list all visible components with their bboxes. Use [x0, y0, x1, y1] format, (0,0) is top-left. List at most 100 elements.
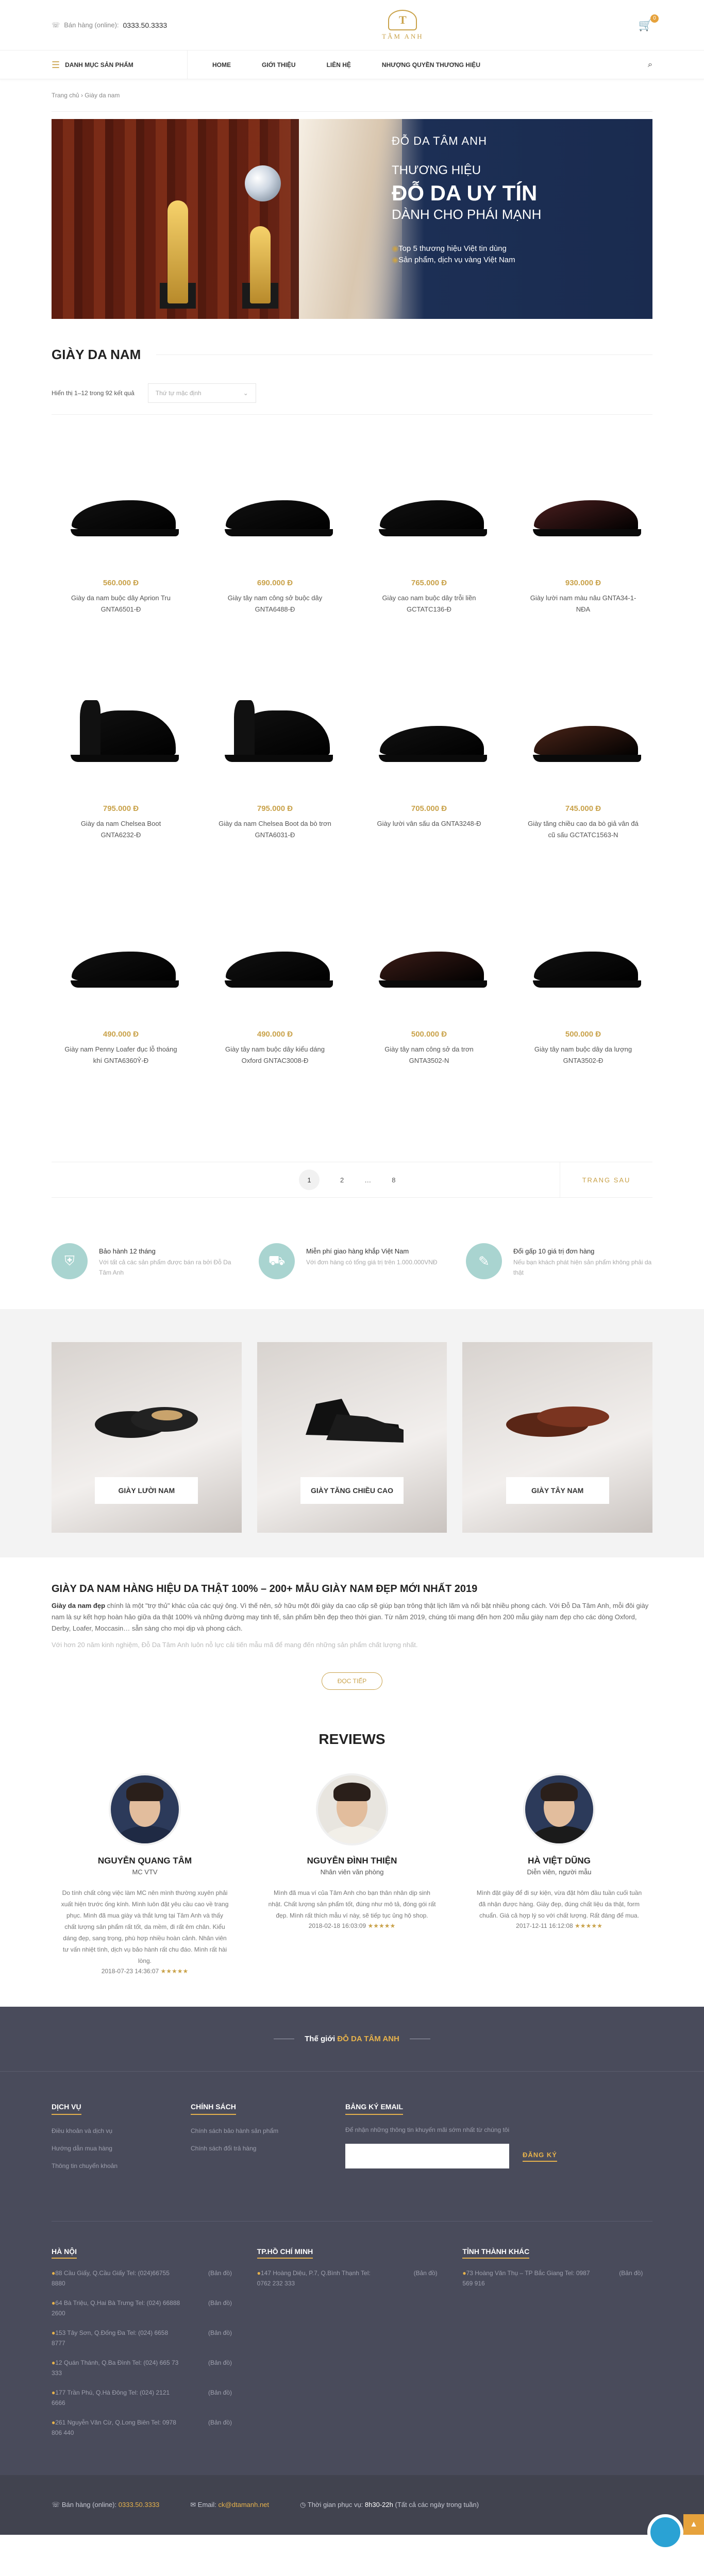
back-to-top-button[interactable]: ▲	[683, 2514, 704, 2535]
store-item: 261 Nguyễn Văn Cừ, Q.Long Biên Tel: 0978…	[52, 2417, 232, 2438]
chat-bubble-icon[interactable]	[647, 2514, 683, 2550]
product-name[interactable]: Giày tây nam công sở buộc dây GNTA6488-Đ	[219, 592, 332, 615]
nav-item-home[interactable]: HOME	[212, 61, 231, 69]
store-item: 177 Trần Phú, Q.Hà Đông Tel: (024) 2121 …	[52, 2387, 232, 2408]
product-card[interactable]: 795.000 Đ Giày da nam Chelsea Boot GNTA6…	[52, 700, 190, 926]
product-name[interactable]: Giày cao nam buộc dây trỗi liền GCTATC13…	[373, 592, 486, 615]
product-name[interactable]: Giày tây nam công sở da trơn GNTA3502-N	[373, 1044, 486, 1066]
footer-link[interactable]: Điều khoản và dịch vụ	[52, 2122, 191, 2140]
store-map-link[interactable]: (Bản đồ)	[208, 2358, 232, 2378]
review-stars: ★★★★★	[160, 1968, 189, 1975]
email-field[interactable]	[345, 2144, 509, 2168]
reviewer-role: Nhân viên văn phòng	[320, 1868, 384, 1876]
avatar	[109, 1773, 181, 1845]
product-image[interactable]	[367, 474, 491, 552]
product-card[interactable]: 490.000 Đ Giày nam Penny Loafer đục lỗ t…	[52, 926, 190, 1151]
nav-item-contact[interactable]: LIÊN HỆ	[327, 61, 351, 69]
product-card[interactable]: 930.000 Đ Giày lười nam màu nâu GNTA34-1…	[514, 474, 652, 700]
store-map-link[interactable]: (Bản đồ)	[619, 2268, 643, 2289]
product-image[interactable]	[522, 926, 645, 1003]
header-hotline[interactable]: ☏ Bán hàng (online): 0333.50.3333	[52, 21, 167, 29]
hotline-number[interactable]: 0333.50.3333	[123, 21, 167, 29]
product-image[interactable]	[213, 926, 337, 1003]
product-name[interactable]: Giày lười vân sấu da GNTA3248-Đ	[373, 818, 486, 829]
breadcrumb-home[interactable]: Trang chủ	[52, 92, 79, 99]
product-price: 795.000 Đ	[257, 804, 293, 813]
product-card[interactable]: 500.000 Đ Giày tây nam buộc dây da lượng…	[514, 926, 652, 1151]
product-image[interactable]	[59, 926, 183, 1003]
page-current[interactable]: 1	[299, 1170, 320, 1190]
category-menu-label: DANH MỤC SẢN PHẨM	[65, 61, 133, 69]
footer-link[interactable]: Chính sách bảo hành sản phẩm	[191, 2122, 345, 2140]
read-more-button[interactable]: ĐỌC TIẾP	[322, 1672, 382, 1690]
store-map-link[interactable]: (Bản đồ)	[208, 2387, 232, 2408]
product-name[interactable]: Giày lười nam màu nâu GNTA34-1-NĐA	[527, 592, 640, 615]
site-logo[interactable]: T TÂM ANH	[382, 9, 424, 41]
page-link[interactable]: 2	[340, 1176, 344, 1184]
product-image[interactable]	[522, 700, 645, 777]
product-price: 560.000 Đ	[103, 579, 139, 587]
banner-line4: DÀNH CHO PHÁI MẠNH	[392, 207, 542, 222]
reviewer-role: Diễn viên, người mẫu	[527, 1868, 592, 1876]
product-image[interactable]	[59, 474, 183, 552]
cart-button[interactable]: 🛒 0	[639, 14, 659, 32]
nav-item-franchise[interactable]: NHƯỢNG QUYỀN THƯƠNG HIỆU	[382, 61, 480, 69]
footer: Thế giới ĐỖ DA TÂM ANH DỊCH VỤ Điều khoả…	[0, 2007, 704, 2550]
footer-link[interactable]: Hướng dẫn mua hàng	[52, 2140, 191, 2157]
footer-hours-label: Thời gian phục vụ:	[307, 2501, 363, 2509]
next-page-button[interactable]: TRANG SAU	[560, 1162, 652, 1198]
banner-bullets: Top 5 thương hiệu Việt tin dùng Sản phẩm…	[392, 243, 541, 266]
product-name[interactable]: Giày da nam Chelsea Boot GNTA6232-Đ	[64, 818, 178, 841]
page-title: GIÀY DA NAM	[52, 347, 652, 372]
product-name[interactable]: Giày tăng chiều cao da bò giả vân đá cũ …	[527, 818, 640, 841]
footer-hotline-number[interactable]: 0333.50.3333	[119, 2501, 160, 2509]
store-map-link[interactable]: (Bản đồ)	[208, 2268, 232, 2289]
banner-line1: ĐỖ DA TÂM ANH	[392, 134, 487, 147]
clock-icon: ◷	[300, 2501, 308, 2509]
search-icon[interactable]: ⌕	[648, 60, 652, 70]
product-image[interactable]	[59, 700, 183, 777]
product-card[interactable]: 500.000 Đ Giày tây nam công sở da trơn G…	[360, 926, 498, 1151]
subscribe-button[interactable]: ĐĂNG KÝ	[523, 2151, 557, 2162]
page-link[interactable]: 8	[392, 1176, 395, 1184]
category-card-loafers[interactable]: GIÀY LƯỜI NAM	[52, 1342, 242, 1533]
product-card[interactable]: 690.000 Đ Giày tây nam công sở buộc dây …	[206, 474, 344, 700]
product-name[interactable]: Giày tây nam buộc dây da lượng GNTA3502-…	[527, 1044, 640, 1066]
footer-email-address[interactable]: ck@dtamanh.net	[219, 2501, 269, 2509]
product-name[interactable]: Giày da nam buộc dây Aprion Tru GNTA6501…	[64, 592, 178, 615]
product-price: 765.000 Đ	[411, 579, 447, 587]
footer-columns: DỊCH VỤ Điều khoản và dịch vụ Hướng dẫn …	[52, 2103, 652, 2175]
store-map-link[interactable]: (Bản đồ)	[414, 2268, 438, 2289]
product-image[interactable]	[213, 474, 337, 552]
review-card: NGUYỄN ĐÌNH THIỆN Nhân viên văn phòng Mì…	[259, 1773, 445, 1975]
nav-item-about[interactable]: GIỚI THIỆU	[262, 61, 296, 69]
footer-col-title: DỊCH VỤ	[52, 2103, 81, 2115]
store-map-link[interactable]: (Bản đồ)	[208, 2298, 232, 2318]
product-name[interactable]: Giày nam Penny Loafer đục lỗ thoáng khí …	[64, 1044, 178, 1066]
product-card[interactable]: 705.000 Đ Giày lười vân sấu da GNTA3248-…	[360, 700, 498, 926]
category-card-height-shoes[interactable]: GIÀY TĂNG CHIỀU CAO	[257, 1342, 447, 1533]
store-map-link[interactable]: (Bản đồ)	[208, 2328, 232, 2348]
product-name[interactable]: Giày tây nam buộc dây kiểu dáng Oxford G…	[219, 1044, 332, 1066]
hero-banner[interactable]: ĐỖ DA TÂM ANH THƯƠNG HIỆU ĐỖ DA UY TÍN D…	[52, 119, 652, 319]
footer-link[interactable]: Thông tin chuyển khoản	[52, 2157, 191, 2175]
product-price: 745.000 Đ	[565, 804, 601, 813]
category-menu-button[interactable]: ☰ DANH MỤC SẢN PHẨM	[52, 50, 188, 79]
product-card[interactable]: 765.000 Đ Giày cao nam buộc dây trỗi liề…	[360, 474, 498, 700]
category-card-oxfords[interactable]: GIÀY TÂY NAM	[462, 1342, 652, 1533]
product-card[interactable]: 560.000 Đ Giày da nam buộc dây Aprion Tr…	[52, 474, 190, 700]
product-image[interactable]	[367, 926, 491, 1003]
product-card[interactable]: 490.000 Đ Giày tây nam buộc dây kiểu dán…	[206, 926, 344, 1151]
hotline-label: Bán hàng (online):	[64, 21, 119, 29]
product-image[interactable]	[213, 700, 337, 777]
sort-select[interactable]: Thứ tự mặc định ⌄	[147, 383, 256, 403]
product-card[interactable]: 745.000 Đ Giày tăng chiều cao da bò giả …	[514, 700, 652, 926]
store-map-link[interactable]: (Bản đồ)	[208, 2417, 232, 2438]
product-image[interactable]	[367, 700, 491, 777]
chevron-down-icon: ⌄	[243, 389, 248, 397]
store-item: 147 Hoàng Diệu, P.7, Q.Bình Thạnh Tel: 0…	[257, 2268, 438, 2289]
product-name[interactable]: Giày da nam Chelsea Boot da bò trơn GNTA…	[219, 818, 332, 841]
product-image[interactable]	[522, 474, 645, 552]
footer-link[interactable]: Chính sách đổi trả hàng	[191, 2140, 345, 2157]
product-card[interactable]: 795.000 Đ Giày da nam Chelsea Boot da bò…	[206, 700, 344, 926]
